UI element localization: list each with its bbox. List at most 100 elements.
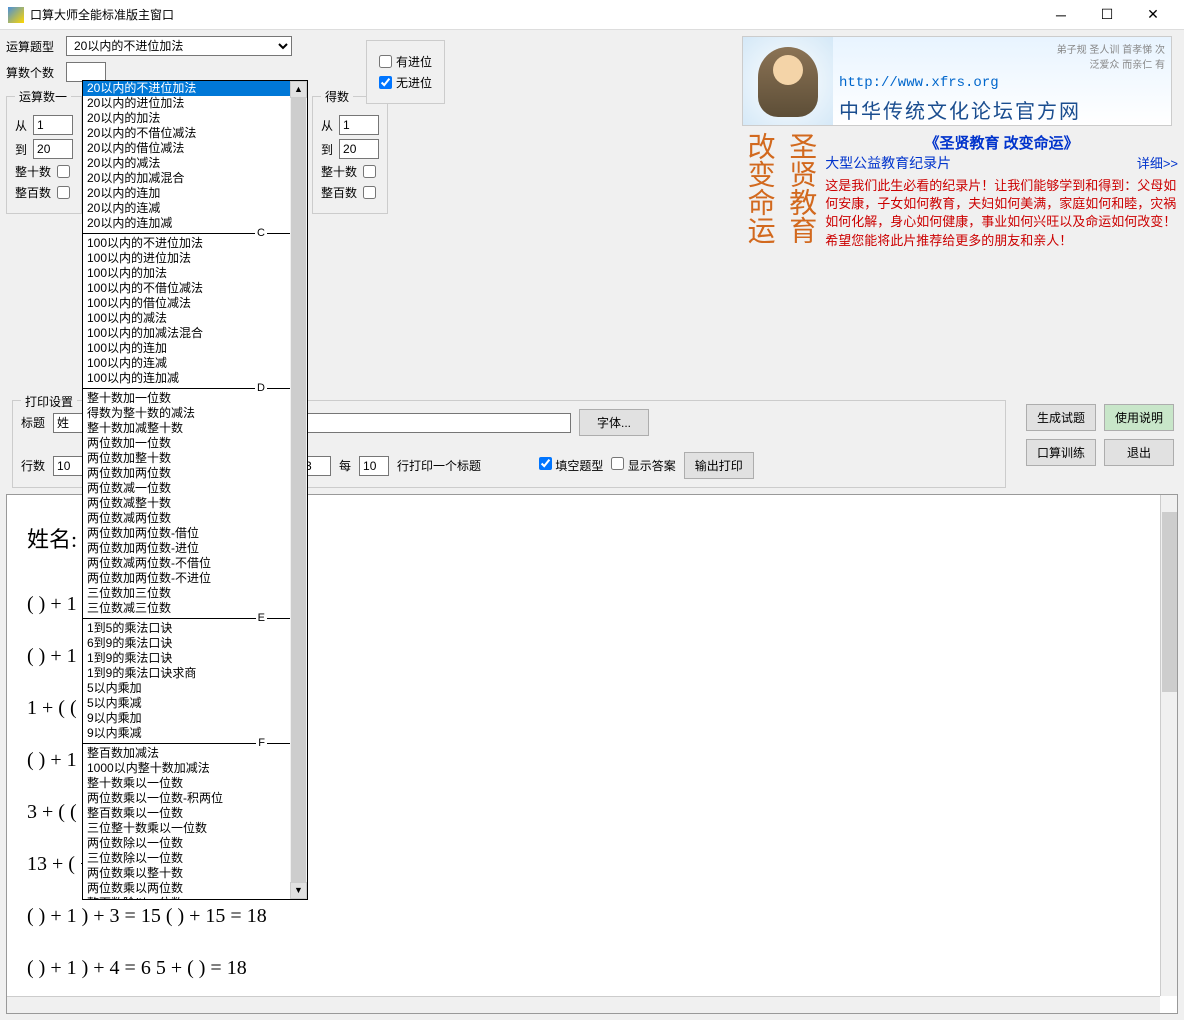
dropdown-item[interactable]: 20以内的连加减	[83, 216, 307, 231]
problem-count-input[interactable]	[66, 62, 106, 82]
app-icon	[8, 7, 24, 23]
output-print-button[interactable]: 输出打印	[684, 452, 754, 479]
result-legend: 得数	[321, 88, 353, 105]
vertical-scrollbar[interactable]	[1160, 495, 1177, 996]
banner-url[interactable]: http://www.xfrs.org	[839, 75, 1165, 91]
op1-tens-check[interactable]	[57, 165, 70, 178]
dropdown-item[interactable]: 两位数乘以一位数-积两位	[83, 791, 307, 806]
dropdown-item[interactable]: 20以内的加法	[83, 111, 307, 126]
dropdown-item[interactable]: 100以内的减法	[83, 311, 307, 326]
dropdown-item[interactable]: 整百数加减法	[83, 746, 307, 761]
dropdown-item[interactable]: 20以内的不进位加法	[83, 81, 307, 96]
title-input[interactable]	[53, 413, 83, 433]
operand1-legend: 运算数一	[15, 88, 71, 105]
every-input[interactable]	[359, 456, 389, 476]
instructions-button[interactable]: 使用说明	[1104, 404, 1174, 431]
dropdown-item[interactable]: 100以内的连加减	[83, 371, 307, 386]
dropdown-item[interactable]: 两位数加两位数	[83, 466, 307, 481]
dropdown-item[interactable]: 20以内的进位加法	[83, 96, 307, 111]
from-label: 从	[15, 117, 27, 134]
dropdown-item[interactable]: 100以内的进位加法	[83, 251, 307, 266]
dropdown-item[interactable]: 5以内乘加	[83, 681, 307, 696]
dropdown-item[interactable]: 两位数加两位数-不进位	[83, 571, 307, 586]
problem-count-label: 算数个数	[6, 64, 60, 81]
dropdown-item[interactable]: 9以内乘加	[83, 711, 307, 726]
dropdown-item[interactable]: 两位数减整十数	[83, 496, 307, 511]
dropdown-item[interactable]: 20以内的减法	[83, 156, 307, 171]
dropdown-item[interactable]: 两位数除以一位数	[83, 836, 307, 851]
op1-hundreds-check[interactable]	[57, 186, 70, 199]
dropdown-item[interactable]: 20以内的不借位减法	[83, 126, 307, 141]
titlebar: 口算大师全能标准版主窗口 ─ ☐ ✕	[0, 0, 1184, 30]
fill-blank-check[interactable]	[539, 457, 552, 470]
dropdown-item[interactable]: 两位数乘以整十数	[83, 866, 307, 881]
dropdown-item[interactable]: 两位数乘以两位数	[83, 881, 307, 896]
dropdown-item[interactable]: 整十数乘以一位数	[83, 776, 307, 791]
result-fieldset: 得数 从 到 整十数 整百数	[312, 88, 388, 214]
generate-button[interactable]: 生成试题	[1026, 404, 1096, 431]
res-tens-check[interactable]	[363, 165, 376, 178]
to-label: 到	[15, 141, 27, 158]
op1-from-input[interactable]	[33, 115, 73, 135]
dropdown-item[interactable]: 两位数加整十数	[83, 451, 307, 466]
dropdown-item[interactable]: 整十数加减整十数	[83, 421, 307, 436]
res-from-input[interactable]	[339, 115, 379, 135]
dropdown-item[interactable]: 9以内乘减	[83, 726, 307, 741]
dropdown-item[interactable]: 20以内的加减混合	[83, 171, 307, 186]
dropdown-item[interactable]: 两位数加两位数-进位	[83, 541, 307, 556]
dropdown-item[interactable]: 1到9的乘法口诀	[83, 651, 307, 666]
minimize-button[interactable]: ─	[1038, 0, 1084, 30]
hundreds-label: 整百数	[15, 184, 51, 201]
dropdown-item[interactable]: 100以内的连加	[83, 341, 307, 356]
dropdown-item[interactable]: 三位数加三位数	[83, 586, 307, 601]
show-answer-check[interactable]	[611, 457, 624, 470]
no-carry-check[interactable]	[379, 76, 392, 89]
horizontal-scrollbar[interactable]	[7, 996, 1160, 1013]
detail-link[interactable]: 详细>>	[1137, 153, 1178, 172]
problem-type-label: 运算题型	[6, 38, 60, 55]
res-to-input[interactable]	[339, 139, 379, 159]
dropdown-item[interactable]: 6到9的乘法口诀	[83, 636, 307, 651]
dropdown-item[interactable]: 整十数加一位数	[83, 391, 307, 406]
dropdown-item[interactable]: 20以内的连加	[83, 186, 307, 201]
dropdown-item[interactable]: 100以内的加减法混合	[83, 326, 307, 341]
font-button[interactable]: 字体...	[579, 409, 649, 436]
maximize-button[interactable]: ☐	[1084, 0, 1130, 30]
dropdown-item[interactable]: 20以内的连减	[83, 201, 307, 216]
dropdown-item[interactable]: 20以内的借位减法	[83, 141, 307, 156]
dropdown-item[interactable]: 1000以内整十数加减法	[83, 761, 307, 776]
dropdown-item[interactable]: 100以内的不进位加法	[83, 236, 307, 251]
tens-label: 整十数	[15, 163, 51, 180]
dropdown-item[interactable]: 三位整十数乘以一位数	[83, 821, 307, 836]
dropdown-item[interactable]: 两位数加两位数-借位	[83, 526, 307, 541]
dropdown-scrollbar[interactable]: ▲ ▼	[290, 81, 307, 899]
has-carry-check[interactable]	[379, 55, 392, 68]
operand1-fieldset: 运算数一 从 到 整十数 整百数	[6, 88, 82, 214]
dropdown-item[interactable]: 三位数减三位数	[83, 601, 307, 616]
dropdown-item[interactable]: 1到5的乘法口诀	[83, 621, 307, 636]
dropdown-item[interactable]: 100以内的借位减法	[83, 296, 307, 311]
dropdown-item[interactable]: 两位数减一位数	[83, 481, 307, 496]
promo: 改变命运 圣贤教育 《圣贤教育 改变命运》 大型公益教育纪录片详细>> 这是我们…	[742, 132, 1178, 250]
dropdown-item[interactable]: 100以内的加法	[83, 266, 307, 281]
banner: 弟子规 圣人训 首孝悌 次 泛爱众 而亲仁 有 http://www.xfrs.…	[742, 36, 1172, 126]
dropdown-item[interactable]: 整百数除以一位数	[83, 896, 307, 900]
dropdown-item[interactable]: 整百数乘以一位数	[83, 806, 307, 821]
dropdown-item[interactable]: 两位数减两位数-不借位	[83, 556, 307, 571]
close-button[interactable]: ✕	[1130, 0, 1176, 30]
exit-button[interactable]: 退出	[1104, 439, 1174, 466]
type-dropdown-list[interactable]: 20以内的不进位加法20以内的进位加法20以内的加法20以内的不借位减法20以内…	[82, 80, 308, 900]
op1-to-input[interactable]	[33, 139, 73, 159]
dropdown-item[interactable]: 5以内乘减	[83, 696, 307, 711]
dropdown-item[interactable]: 三位数除以一位数	[83, 851, 307, 866]
dropdown-item[interactable]: 得数为整十数的减法	[83, 406, 307, 421]
dropdown-item[interactable]: 两位数加一位数	[83, 436, 307, 451]
dropdown-item[interactable]: 100以内的连减	[83, 356, 307, 371]
training-button[interactable]: 口算训练	[1026, 439, 1096, 466]
dropdown-item[interactable]: 1到9的乘法口诀求商	[83, 666, 307, 681]
dropdown-item[interactable]: 两位数减两位数	[83, 511, 307, 526]
dropdown-item[interactable]: 100以内的不借位减法	[83, 281, 307, 296]
window-title: 口算大师全能标准版主窗口	[30, 6, 1038, 23]
res-hundreds-check[interactable]	[363, 186, 376, 199]
problem-type-select[interactable]: 20以内的不进位加法	[66, 36, 292, 56]
